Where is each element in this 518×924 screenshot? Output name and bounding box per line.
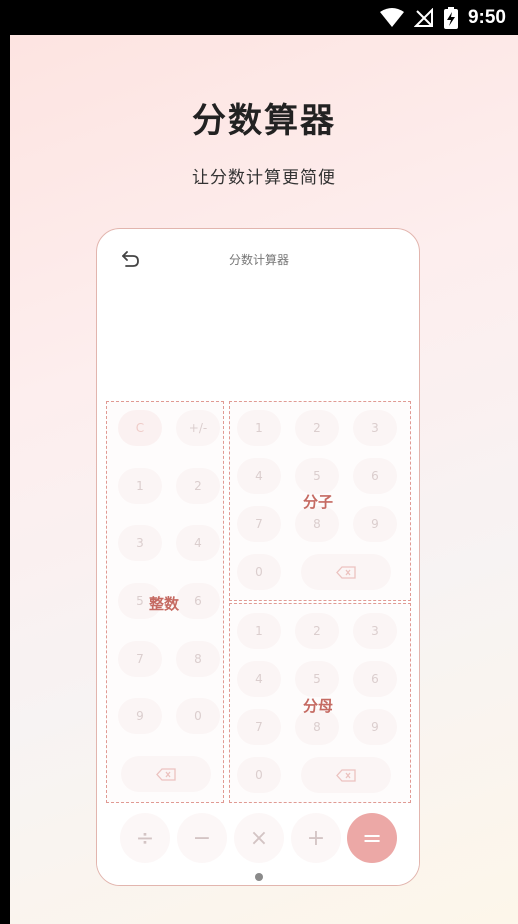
onboarding-page: 分数算器 让分数计算更简便 分数计算器 C +/- 1 2 3 4 5 6 7 … (10, 35, 518, 924)
phone-mockup: 分数计算器 C +/- 1 2 3 4 5 6 7 8 9 0 1 2 3 4 … (96, 228, 420, 886)
calculator-title: 分数计算器 (228, 253, 289, 267)
denominator-region-label: 分母 (303, 697, 334, 715)
status-time: 9:50 (467, 7, 506, 28)
integer-region-label: 整数 (149, 595, 180, 613)
multiply-button[interactable]: × (234, 813, 284, 863)
page-subtitle: 让分数计算更简便 (192, 168, 336, 188)
equals-button[interactable]: = (347, 813, 397, 863)
wifi-icon (379, 8, 404, 27)
status-bar: 9:50 (0, 0, 518, 35)
minus-button[interactable]: − (177, 813, 227, 863)
numerator-region-label: 分子 (303, 493, 334, 511)
battery-charging-icon (443, 7, 458, 29)
page-title: 分数算器 (192, 101, 336, 141)
page-indicator-dot (255, 873, 263, 881)
plus-button[interactable]: + (291, 813, 341, 863)
no-signal-icon (413, 8, 433, 27)
divide-button[interactable]: ÷ (120, 813, 170, 863)
